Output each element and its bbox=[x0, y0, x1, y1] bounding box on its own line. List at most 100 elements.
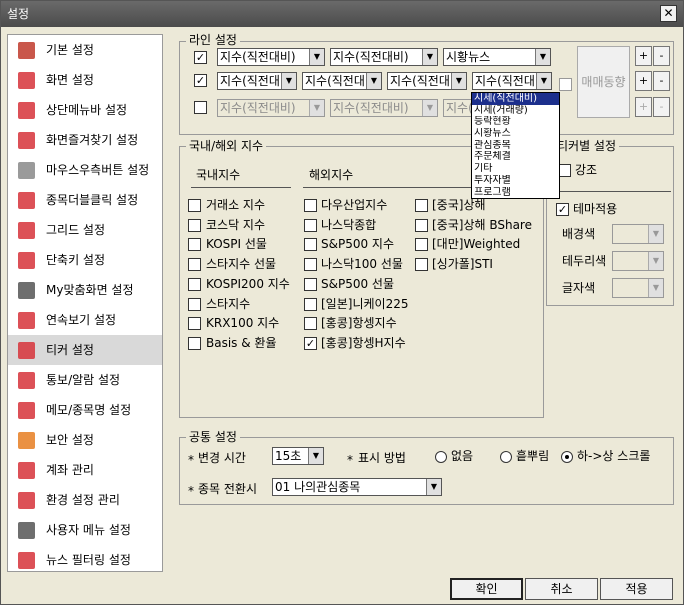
common-group-title: 공통 설정 bbox=[186, 430, 240, 444]
index-checkbox[interactable] bbox=[304, 317, 317, 331]
line-row2-combo4[interactable]: 지수(직전대 ▼ bbox=[472, 72, 552, 90]
sidebar-item-label: 화면즐겨찾기 설정 bbox=[46, 133, 139, 147]
index-label: 나스닥100 선물 bbox=[321, 257, 403, 272]
index-checkbox[interactable] bbox=[188, 238, 201, 252]
line-row1-checkbox[interactable]: ✓ bbox=[194, 51, 207, 64]
index-checkbox[interactable] bbox=[188, 277, 201, 291]
line-row3-combo2[interactable]: 지수(직전대비) ▼ bbox=[330, 99, 438, 117]
dropdown-option[interactable]: 시세(거래량) bbox=[472, 105, 559, 117]
index-checkbox[interactable] bbox=[415, 258, 428, 272]
index-checkbox[interactable] bbox=[188, 218, 201, 232]
row1-plus-button[interactable]: + bbox=[635, 46, 652, 66]
watchlist-select[interactable]: 01 나의관심종목 ▼ bbox=[272, 478, 442, 496]
sidebar-item[interactable]: 종목더블클릭 설정 bbox=[8, 185, 162, 215]
font-color-label: 글자색 bbox=[562, 281, 596, 295]
line-combo-dropdown: 시세(직전대비) 시세(거래량) 등락현황 시황뉴스 관심종목 주문체결 기타 투자자별 프로그… bbox=[471, 92, 560, 200]
row2-plus-button[interactable]: + bbox=[635, 71, 652, 91]
row1-minus-button[interactable]: - bbox=[653, 46, 670, 66]
sidebar-item[interactable]: 사용자 메뉴 설정 bbox=[8, 515, 162, 545]
index-checkbox[interactable] bbox=[188, 297, 201, 311]
index-checkbox[interactable] bbox=[304, 238, 317, 252]
sidebar-item[interactable]: 화면즐겨찾기 설정 bbox=[8, 125, 162, 155]
index-checkbox[interactable] bbox=[188, 258, 201, 272]
border-color-picker[interactable]: ▼ bbox=[612, 251, 664, 271]
index-checkbox[interactable] bbox=[188, 336, 201, 350]
index-label: [중국]상해 bbox=[432, 198, 486, 212]
change-time-star: * bbox=[188, 453, 194, 467]
line-row1-combo3[interactable]: 시황뉴스 ▼ bbox=[443, 48, 551, 66]
line-row3-combo1[interactable]: 지수(직전대비) ▼ bbox=[217, 99, 325, 117]
dropdown-option[interactable]: 프로그램 bbox=[472, 187, 559, 199]
dropdown-option[interactable]: 주문체결 bbox=[472, 151, 559, 163]
index-checkbox[interactable] bbox=[304, 218, 317, 232]
switch-label: 종목 전환시 bbox=[198, 482, 258, 496]
sidebar-item[interactable]: 화면 설정 bbox=[8, 65, 162, 95]
trade-trend-checkbox[interactable] bbox=[559, 78, 572, 91]
index-checkbox[interactable]: ✓ bbox=[304, 336, 317, 350]
index-label: KRX100 지수 bbox=[206, 316, 280, 331]
sidebar-item-label: 종목더블클릭 설정 bbox=[46, 193, 139, 207]
dropdown-option[interactable]: 기타 bbox=[472, 163, 559, 175]
sidebar-item[interactable]: 메모/종목명 설정 bbox=[8, 395, 162, 425]
index-label: 코스닥 지수 bbox=[206, 217, 266, 232]
dropdown-option[interactable]: 시세(직전대비) bbox=[472, 93, 559, 105]
dropdown-option[interactable]: 관심종목 bbox=[472, 140, 559, 152]
sidebar-item[interactable]: 계좌 관리 bbox=[8, 455, 162, 485]
line-row1-combo1[interactable]: 지수(직전대비) ▼ bbox=[217, 48, 325, 66]
line-row1-combo2[interactable]: 지수(직전대비) ▼ bbox=[330, 48, 438, 66]
radio-none[interactable] bbox=[435, 451, 447, 463]
sidebar-item[interactable]: 기본 설정 bbox=[8, 35, 162, 65]
row2-minus-button[interactable]: - bbox=[653, 71, 670, 91]
index-checkbox[interactable] bbox=[415, 199, 428, 212]
cancel-button[interactable]: 취소 bbox=[525, 578, 598, 600]
index-checkbox[interactable] bbox=[304, 277, 317, 291]
index-checkbox[interactable] bbox=[304, 297, 317, 311]
ticker-icon bbox=[18, 342, 35, 359]
sidebar-item[interactable]: 티커 설정 bbox=[8, 335, 162, 365]
sidebar-item[interactable]: 상단메뉴바 설정 bbox=[8, 95, 162, 125]
font-color-picker[interactable]: ▼ bbox=[612, 278, 664, 298]
chevron-down-icon: ▼ bbox=[281, 73, 296, 89]
line-settings-title: 라인 설정 bbox=[186, 33, 240, 47]
sidebar-item[interactable]: 보안 설정 bbox=[8, 425, 162, 455]
apply-button[interactable]: 적용 bbox=[600, 578, 673, 600]
dropdown-option[interactable]: 투자자별 bbox=[472, 175, 559, 187]
row3-minus-button[interactable]: - bbox=[653, 97, 670, 117]
chevron-down-icon: ▼ bbox=[536, 73, 551, 89]
trade-trend-button[interactable]: 매매동향 bbox=[577, 46, 630, 118]
emphasis-label: 강조 bbox=[575, 163, 598, 177]
sidebar-item[interactable]: 뉴스 필터링 설정 bbox=[8, 545, 162, 575]
bg-color-picker[interactable]: ▼ bbox=[612, 224, 664, 244]
title-bar: 설정 ✕ bbox=[1, 1, 683, 27]
line-row2-combo3[interactable]: 지수(직전대 ▼ bbox=[387, 72, 467, 90]
sidebar-item[interactable]: 단축키 설정 bbox=[8, 245, 162, 275]
line-row2-checkbox[interactable]: ✓ bbox=[194, 74, 207, 87]
sidebar-item[interactable]: My맞춤화면 설정 bbox=[8, 275, 162, 305]
close-button[interactable]: ✕ bbox=[660, 5, 677, 22]
index-checkbox[interactable] bbox=[304, 199, 317, 212]
radio-scroll[interactable] bbox=[561, 451, 573, 463]
sidebar-item[interactable]: 환경 설정 관리 bbox=[8, 485, 162, 515]
change-time-select[interactable]: 15초 ▼ bbox=[272, 447, 324, 465]
line-row2-combo2[interactable]: 지수(직전대 ▼ bbox=[302, 72, 382, 90]
dropdown-option[interactable]: 시황뉴스 bbox=[472, 128, 559, 140]
theme-checkbox[interactable]: ✓ bbox=[556, 203, 569, 216]
gear-icon bbox=[18, 492, 35, 509]
dropdown-option[interactable]: 등락현황 bbox=[472, 116, 559, 128]
sidebar-item[interactable]: 연속보기 설정 bbox=[8, 305, 162, 335]
sidebar-item[interactable]: 그리드 설정 bbox=[8, 215, 162, 245]
ok-button[interactable]: 확인 bbox=[450, 578, 523, 600]
radio-sprinkle[interactable] bbox=[500, 451, 512, 463]
line-row2-combo1[interactable]: 지수(직전대 ▼ bbox=[217, 72, 297, 90]
index-checkbox[interactable] bbox=[188, 199, 201, 212]
index-checkbox[interactable] bbox=[415, 218, 428, 232]
display-method-label: 표시 방법 bbox=[358, 451, 406, 465]
index-checkbox[interactable] bbox=[415, 238, 428, 252]
index-checkbox[interactable] bbox=[188, 317, 201, 331]
index-checkbox[interactable] bbox=[304, 258, 317, 272]
sidebar-item[interactable]: 통보/알람 설정 bbox=[8, 365, 162, 395]
alarm-icon bbox=[18, 372, 35, 389]
sidebar-item[interactable]: 마우스우측버튼 설정 bbox=[8, 155, 162, 185]
row3-plus-button[interactable]: + bbox=[635, 97, 652, 117]
line-row3-checkbox[interactable] bbox=[194, 101, 207, 114]
